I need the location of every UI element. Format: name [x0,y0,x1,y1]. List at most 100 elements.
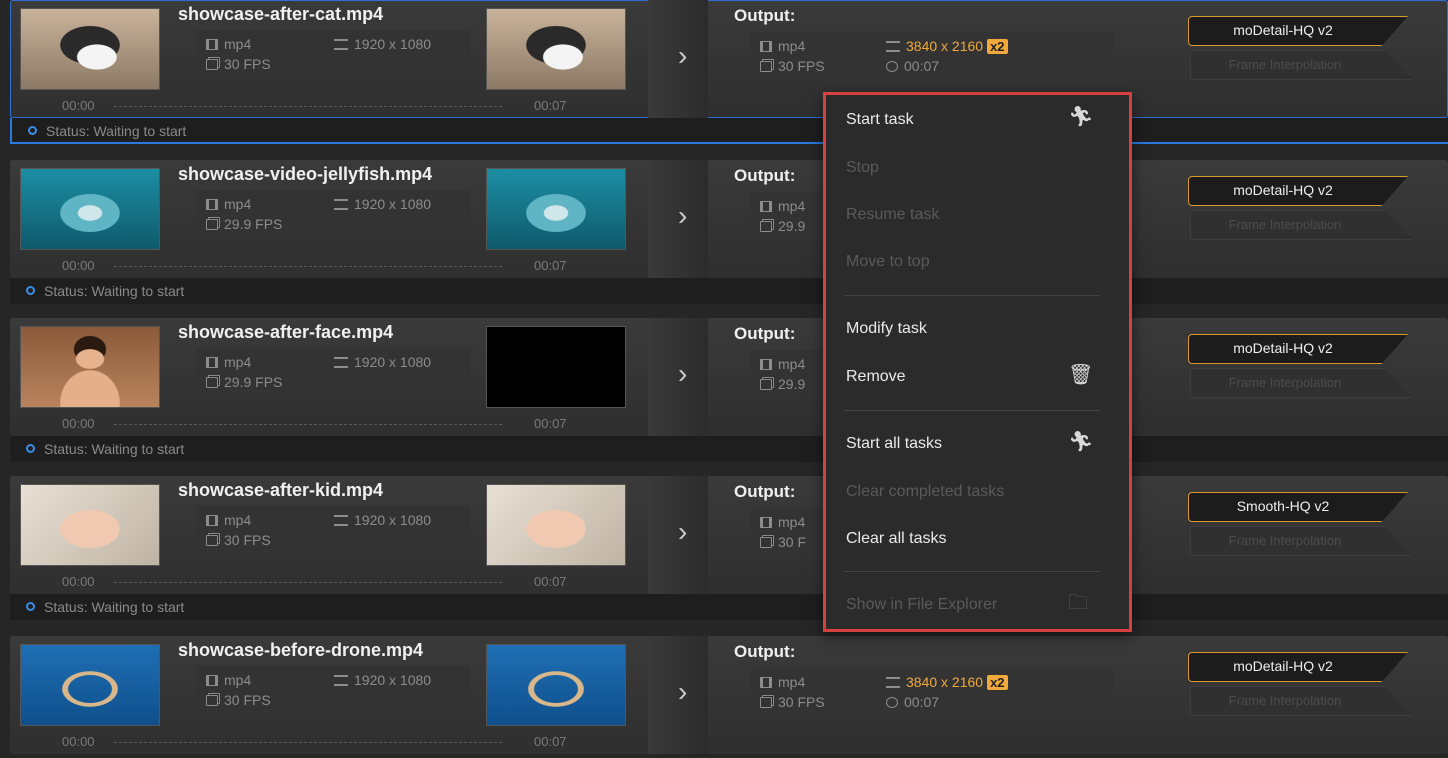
film-icon [760,201,772,212]
input-info: mp4 1920 x 1080 29.9 FPS [196,190,470,240]
input-resolution: 1920 x 1080 [334,36,431,52]
folder-icon: 🗀 [1068,592,1088,614]
output-thumbnail [486,644,626,726]
frame-interpolation-label[interactable]: Frame Interpolation [1190,533,1380,548]
output-resolution: 3840 x 2160 x2 [886,674,1008,690]
output-label: Output: [734,6,796,25]
frames-icon [206,377,218,388]
task-card[interactable]: showcase-after-kid.mp4 mp4 1920 x 1080 3… [10,476,1448,594]
status-text: Status: Waiting to start [44,283,185,299]
frames-icon [760,221,772,232]
model-label[interactable]: moDetail-HQ v2 [1188,658,1378,674]
frame-interpolation-label[interactable]: Frame Interpolation [1190,693,1380,708]
output-fps: 29.9 [760,376,805,392]
running-person-icon: 🏃︎ [1068,106,1094,128]
menu-item-clear-completed-tasks[interactable]: Clear completed tasks [846,483,1004,501]
frame-interpolation-label[interactable]: Frame Interpolation [1190,217,1380,232]
arrow-panel: › [648,0,708,118]
status-bar: Status: Waiting to start [10,278,1448,304]
output-label: Output: [734,166,796,185]
menu-separator [844,410,1100,411]
menu-item-stop[interactable]: Stop [846,159,879,177]
input-info: mp4 1920 x 1080 30 FPS [196,506,470,556]
status-indicator-icon [26,444,35,453]
resolution-icon [334,515,348,526]
task-card[interactable]: showcase-video-jellyfish.mp4 mp4 1920 x … [10,160,1448,278]
chevron-right-icon: › [678,40,688,71]
input-format: mp4 [206,36,251,52]
frames-icon [760,537,772,548]
input-info: mp4 1920 x 1080 29.9 FPS [196,348,470,398]
status-text: Status: Waiting to start [44,599,185,615]
frame-interpolation-label[interactable]: Frame Interpolation [1190,375,1380,390]
input-fps: 30 FPS [206,532,271,548]
end-time: 00:07 [534,98,567,113]
frames-icon [206,219,218,230]
film-icon [206,357,218,368]
input-format: mp4 [206,196,251,212]
output-format: mp4 [760,356,805,372]
resolution-icon [886,677,900,688]
menu-item-resume-task[interactable]: Resume task [846,206,939,224]
frames-icon [760,697,772,708]
menu-item-move-to-top[interactable]: Move to top [846,253,930,271]
menu-item-start-task[interactable]: Start task [846,111,914,129]
start-time: 00:00 [62,258,95,273]
output-format: mp4 [760,198,805,214]
output-format: mp4 [760,38,805,54]
arrow-panel: › [648,160,708,278]
menu-item-show-in-file-explorer[interactable]: Show in File Explorer [846,596,997,614]
menu-item-remove[interactable]: Remove [846,368,906,386]
status-bar: Status: Waiting to start [10,594,1448,620]
menu-item-modify-task[interactable]: Modify task [846,320,927,338]
output-fps: 30 F [760,534,806,550]
output-format: mp4 [760,514,805,530]
input-thumbnail [20,484,160,566]
output-format: mp4 [760,674,805,690]
input-resolution: 1920 x 1080 [334,354,431,370]
output-thumbnail [486,168,626,250]
model-label[interactable]: Smooth-HQ v2 [1188,498,1378,514]
model-label[interactable]: moDetail-HQ v2 [1188,22,1378,38]
output-info: mp4 3840 x 2160 x2 30 FPS 00:07 [750,668,1114,716]
film-icon [760,359,772,370]
status-indicator-icon [26,602,35,611]
output-duration: 00:07 [886,58,939,74]
menu-item-clear-all-tasks[interactable]: Clear all tasks [846,530,946,548]
input-format: mp4 [206,354,251,370]
output-thumbnail [486,8,626,90]
input-thumbnail [20,644,160,726]
frames-icon [760,379,772,390]
timeline [114,742,502,743]
film-icon [206,199,218,210]
film-icon [206,515,218,526]
timeline [114,424,502,425]
run-all-icon: 🏃︎ [1068,431,1094,453]
model-label[interactable]: moDetail-HQ v2 [1188,340,1378,356]
task-card[interactable]: showcase-after-cat.mp4 mp4 1920 x 1080 3… [10,0,1448,118]
task-card[interactable]: showcase-after-face.mp4 mp4 1920 x 1080 … [10,318,1448,436]
frame-interpolation-label[interactable]: Frame Interpolation [1190,57,1380,72]
input-thumbnail [20,326,160,408]
output-thumbnail [486,326,626,408]
frames-icon [206,535,218,546]
resolution-icon [334,39,348,50]
input-format: mp4 [206,512,251,528]
output-fps: 30 FPS [760,694,825,710]
frames-icon [206,59,218,70]
status-bar: Status: Waiting to start [10,436,1448,462]
output-info: mp4 3840 x 2160 x2 30 FPS 00:07 [750,32,1114,80]
frames-icon [206,695,218,706]
start-time: 00:00 [62,416,95,431]
model-label[interactable]: moDetail-HQ v2 [1188,182,1378,198]
menu-item-start-all-tasks[interactable]: Start all tasks [846,435,942,453]
end-time: 00:07 [534,574,567,589]
output-label: Output: [734,324,796,343]
task-card[interactable]: showcase-before-drone.mp4 mp4 1920 x 108… [10,636,1448,754]
task-filename: showcase-after-kid.mp4 [178,480,384,500]
output-label: Output: [734,482,796,501]
context-menu: Start task 🏃︎ Stop Resume task Move to t… [823,92,1132,632]
film-icon [760,677,772,688]
status-indicator-icon [28,126,37,135]
arrow-panel: › [648,476,708,594]
